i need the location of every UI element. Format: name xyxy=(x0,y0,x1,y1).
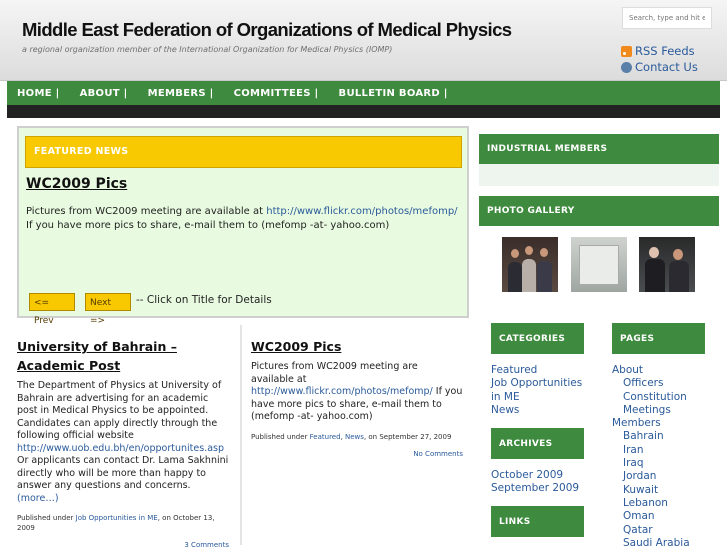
pages-heading: PAGES xyxy=(612,323,705,354)
featured-flickr-link[interactable]: http://www.flickr.com/photos/mefomp/ xyxy=(266,206,457,217)
prev-button[interactable]: <= Prev xyxy=(29,293,75,326)
next-button[interactable]: Next => xyxy=(85,293,131,326)
category-featured-link[interactable]: Featured xyxy=(310,433,341,441)
photo-gallery-heading: PHOTO GALLERY xyxy=(479,196,719,226)
post-title[interactable]: WC2009 Pics xyxy=(251,339,341,354)
archives-list: October 2009 September 2009 xyxy=(491,469,579,496)
click-title-hint: -- Click on Title for Details xyxy=(136,294,272,306)
post-wc2009: WC2009 Pics Pictures from WC2009 meeting… xyxy=(251,336,463,458)
meta-prefix: Published under xyxy=(251,432,310,441)
categories-list: Featured Job Opportunities in ME News xyxy=(491,364,586,417)
post-date: , on September 27, 2009 xyxy=(363,432,452,441)
photo-head xyxy=(673,249,683,260)
post-body-tail: Or applicants can contact Dr. Lama Sakhn… xyxy=(17,455,229,491)
search-input[interactable] xyxy=(622,7,712,29)
industrial-members-heading: INDUSTRIAL MEMBERS xyxy=(479,134,719,164)
category-link[interactable]: Job Opportunities in ME xyxy=(76,514,158,522)
site-header: Middle East Federation of Organizations … xyxy=(0,0,727,81)
nav-members[interactable]: MEMBERS | xyxy=(138,88,224,99)
page-kuwait[interactable]: Kuwait xyxy=(623,484,658,496)
gallery-photo[interactable] xyxy=(571,237,627,292)
post-bahrain: University of Bahrain – Academic Post Th… xyxy=(17,336,229,549)
post-body-lead: Pictures from WC2009 meeting are availab… xyxy=(251,361,418,385)
featured-text-lead: Pictures from WC2009 meeting are availab… xyxy=(26,206,267,217)
nav-about[interactable]: ABOUT | xyxy=(70,88,138,99)
nav-home[interactable]: HOME | xyxy=(7,88,70,99)
post-body: Pictures from WC2009 meeting are availab… xyxy=(251,361,463,424)
page-bahrain[interactable]: Bahrain xyxy=(623,430,664,442)
page-jordan[interactable]: Jordan xyxy=(623,470,656,482)
contact-icon xyxy=(621,61,632,73)
archives-heading: ARCHIVES xyxy=(491,428,584,459)
page-officers[interactable]: Officers xyxy=(623,377,663,389)
featured-post-title[interactable]: WC2009 Pics xyxy=(26,176,127,192)
links-heading: LINKS xyxy=(491,506,584,537)
category-job-opportunities[interactable]: Job Opportunities in ME xyxy=(491,377,582,402)
gallery-photo[interactable] xyxy=(639,237,695,292)
page-oman[interactable]: Oman xyxy=(623,510,655,522)
contact-us-label: Contact Us xyxy=(635,60,698,74)
page-about[interactable]: About xyxy=(612,364,643,376)
site-title[interactable]: Middle East Federation of Organizations … xyxy=(22,19,512,41)
archive-october-2009[interactable]: October 2009 xyxy=(491,469,563,481)
post-meta: Published under Featured, News, on Septe… xyxy=(251,432,463,442)
photo-head xyxy=(525,246,533,255)
page-members[interactable]: Members xyxy=(612,417,661,429)
page-lebanon[interactable]: Lebanon xyxy=(623,497,668,509)
featured-post-text: Pictures from WC2009 meeting are availab… xyxy=(26,205,462,233)
photo-poster xyxy=(579,245,619,285)
featured-news-heading: FEATURED NEWS xyxy=(25,136,462,168)
post-body: The Department of Physics at University … xyxy=(17,380,229,505)
category-news-link[interactable]: News xyxy=(345,433,364,441)
page-iraq[interactable]: Iraq xyxy=(623,457,644,469)
site-description: a regional organization member of the In… xyxy=(22,45,393,54)
read-more-link[interactable]: (more…) xyxy=(17,493,59,504)
categories-heading: CATEGORIES xyxy=(491,323,584,354)
contact-us-link[interactable]: Contact Us xyxy=(621,60,698,74)
photo-head xyxy=(540,248,548,257)
pages-list: About Officers Constitution Meetings Mem… xyxy=(612,364,690,550)
gallery-photo[interactable] xyxy=(502,237,558,292)
page-constitution[interactable]: Constitution xyxy=(623,391,687,403)
page-iran[interactable]: Iran xyxy=(623,444,644,456)
photo-figure xyxy=(645,259,665,292)
rss-feeds-link[interactable]: RSS Feeds xyxy=(621,44,695,58)
category-news[interactable]: News xyxy=(491,404,519,416)
page-saudi-arabia[interactable]: Saudi Arabia xyxy=(623,537,690,549)
industrial-members-body xyxy=(479,164,719,186)
nav-committees[interactable]: COMMITTEES | xyxy=(224,88,329,99)
archive-september-2009[interactable]: September 2009 xyxy=(491,482,579,494)
post-body-lead: The Department of Physics at University … xyxy=(17,380,222,441)
flickr-link[interactable]: http://www.flickr.com/photos/mefomp/ xyxy=(251,386,433,397)
page-qatar[interactable]: Qatar xyxy=(623,524,653,536)
featured-news-box: FEATURED NEWS WC2009 Pics Pictures from … xyxy=(17,126,469,326)
uob-link[interactable]: http://www.uob.edu.bh/en/opportunites.as… xyxy=(17,443,224,454)
meta-prefix: Published under xyxy=(17,514,76,522)
column-divider xyxy=(240,325,242,545)
page-meetings[interactable]: Meetings xyxy=(623,404,671,416)
photo-head xyxy=(649,247,659,258)
main-nav: HOME | ABOUT | MEMBERS | COMMITTEES | BU… xyxy=(7,81,720,105)
photo-head xyxy=(511,249,519,258)
photo-figure xyxy=(508,262,522,292)
rss-icon xyxy=(621,45,632,57)
photo-figure xyxy=(537,261,552,292)
photo-figure xyxy=(669,261,689,292)
comments-link[interactable]: 3 Comments xyxy=(184,541,229,549)
post-title[interactable]: University of Bahrain – Academic Post xyxy=(17,339,177,373)
photo-figure xyxy=(522,259,536,292)
nav-bulletin-board[interactable]: BULLETIN BOARD | xyxy=(329,88,458,99)
category-featured[interactable]: Featured xyxy=(491,364,537,376)
comments-link[interactable]: No Comments xyxy=(413,450,463,458)
rss-feeds-label: RSS Feeds xyxy=(635,44,695,58)
nav-underbar xyxy=(7,105,720,118)
featured-text-tail: If you have more pics to share, e-mail t… xyxy=(26,220,390,231)
post-meta: Published under Job Opportunities in ME,… xyxy=(17,513,229,533)
